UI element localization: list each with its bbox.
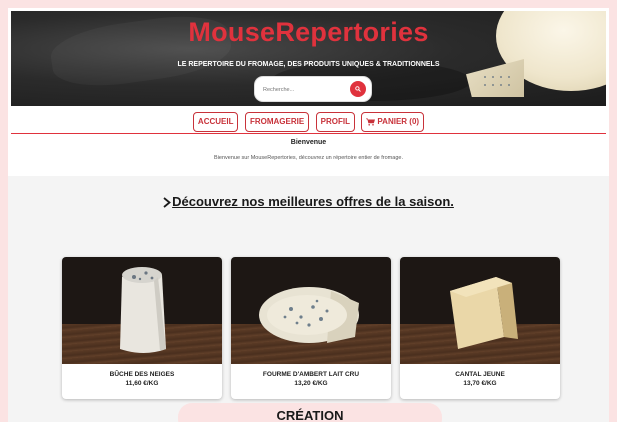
header-banner: MouseRepertories LE REPERTOIRE DU FROMAG… — [11, 11, 606, 106]
product-price: 13,20 €/KG — [294, 380, 328, 387]
product-card[interactable]: BÛCHE DES NEIGES 11,60 €/KG — [62, 257, 222, 399]
chevron-right-icon — [163, 197, 172, 208]
nav-fromagerie[interactable]: FROMAGERIE — [244, 112, 310, 132]
nav-profil-label: PROFIL — [320, 117, 350, 126]
nav-profil[interactable]: PROFIL — [315, 112, 355, 132]
cheese-mold-texture — [481, 73, 511, 89]
site-tagline: LE REPERTOIRE DU FROMAGE, DES PRODUITS U… — [177, 61, 440, 68]
site-logo[interactable]: MouseRepertories — [11, 17, 606, 48]
nav-divider — [11, 133, 606, 134]
welcome-title: Bienvenue — [290, 139, 327, 146]
nav-panier-label: PANIER (0) — [377, 117, 420, 126]
creation-section-title: CRÉATION — [178, 403, 442, 422]
search-box — [255, 77, 371, 101]
nav-accueil-label: ACCUEIL — [197, 117, 234, 126]
search-icon — [355, 86, 361, 92]
product-name: CANTAL JEUNE — [455, 371, 505, 378]
main-nav: ACCUEIL FROMAGERIE PROFIL PANIER (0) — [8, 112, 609, 132]
offers-heading-text: Découvrez nos meilleures offres de la sa… — [172, 194, 454, 209]
product-price: 13,70 €/KG — [463, 380, 497, 387]
buche-cheese-image — [120, 267, 166, 353]
nav-panier[interactable]: PANIER (0) — [361, 112, 425, 132]
welcome-text: Bienvenue sur MouseRepertories, découvre… — [214, 155, 403, 161]
product-image — [400, 257, 560, 364]
product-price: 11,60 €/KG — [125, 380, 159, 387]
page: MouseRepertories LE REPERTOIRE DU FROMAG… — [8, 8, 609, 422]
product-name: BÛCHE DES NEIGES — [109, 371, 175, 378]
product-image — [231, 257, 391, 364]
product-image — [62, 257, 222, 364]
nav-accueil[interactable]: ACCUEIL — [192, 112, 239, 132]
search-button[interactable] — [350, 81, 366, 97]
nav-fromagerie-label: FROMAGERIE — [249, 117, 305, 126]
product-card[interactable]: FOURME D'AMBERT LAIT CRU 13,20 €/KG — [231, 257, 391, 399]
search-input[interactable] — [261, 82, 345, 98]
fourme-cheese-image — [259, 287, 359, 343]
offers-heading[interactable]: Découvrez nos meilleures offres de la sa… — [8, 194, 609, 209]
cart-icon — [366, 118, 376, 126]
product-card[interactable]: CANTAL JEUNE 13,70 €/KG — [400, 257, 560, 399]
product-name: FOURME D'AMBERT LAIT CRU — [262, 371, 360, 378]
cantal-cheese-image — [450, 277, 518, 349]
